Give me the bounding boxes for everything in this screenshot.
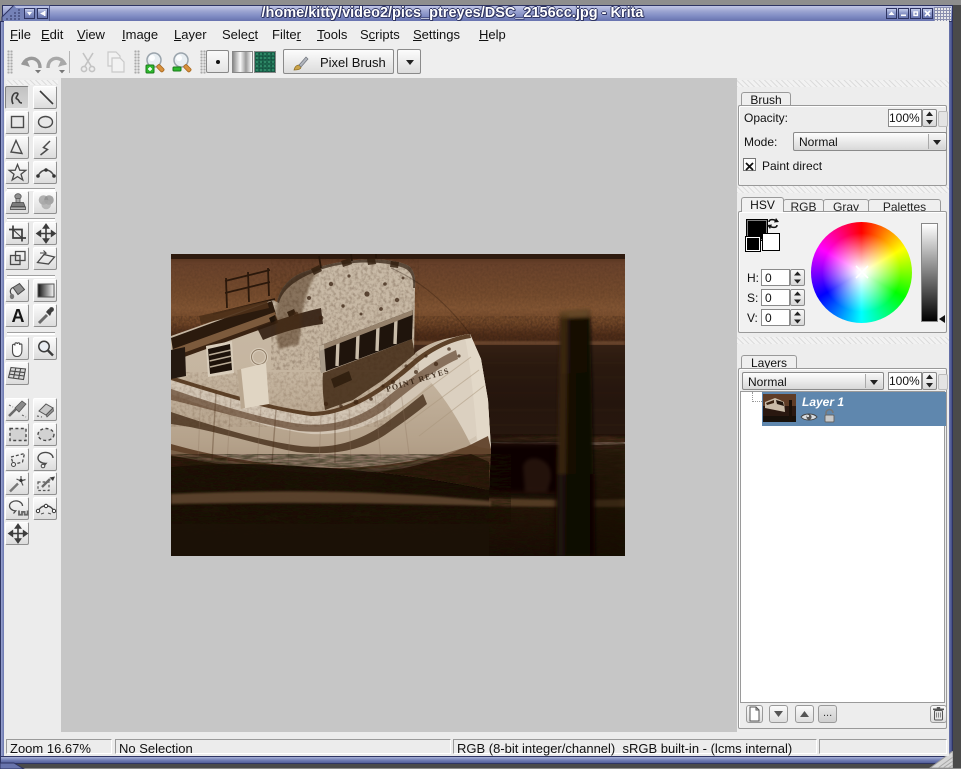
svg-text:A: A xyxy=(12,306,25,326)
